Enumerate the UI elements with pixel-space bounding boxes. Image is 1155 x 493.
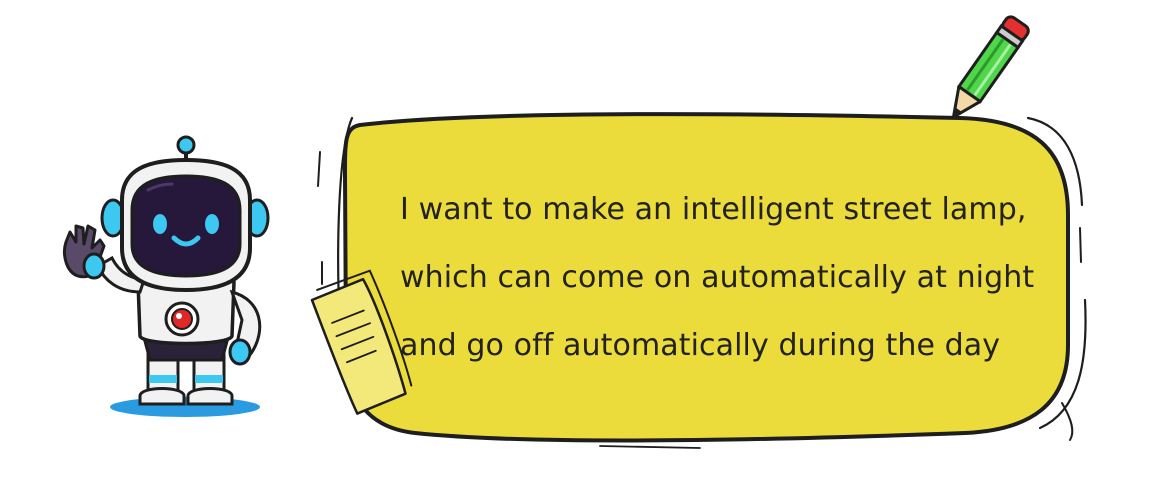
speech-line-2: which can come on automatically at night (400, 260, 1035, 295)
illustration: I want to make an intelligent street lam… (0, 0, 1155, 493)
speech-bubble-text: I want to make an intelligent street lam… (400, 176, 1040, 380)
speech-line-1: I want to make an intelligent street lam… (400, 192, 1027, 227)
waving-robot-icon (63, 135, 270, 417)
speech-line-3: and go off automatically during the day (400, 328, 1001, 363)
pencil-icon (951, 15, 1030, 119)
